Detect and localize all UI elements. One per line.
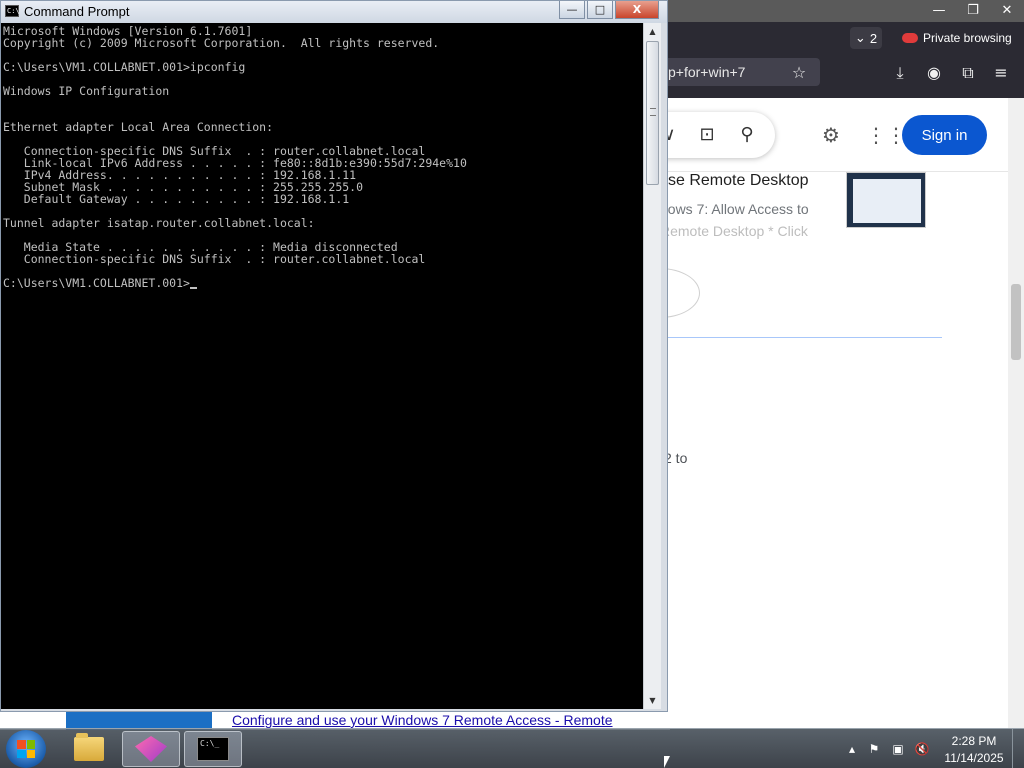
puzzle-icon[interactable]: ⧉ [957, 62, 979, 84]
chevron-down-icon: ⌄ [854, 30, 866, 45]
folder-icon [74, 733, 104, 761]
result-snippet-line: Remote Desktop * Click [660, 223, 808, 239]
text-cursor [189, 287, 197, 289]
grid-icon[interactable]: ⋮⋮ [866, 122, 906, 148]
scroll-thumb[interactable] [646, 41, 659, 185]
browser-close-button[interactable]: ✕ [990, 0, 1024, 20]
browser-restore-button[interactable]: ❐ [956, 0, 990, 20]
result-snippet-line: dows 7: Allow Access to [660, 201, 809, 217]
result-title[interactable]: Jse Remote Desktop [660, 172, 809, 190]
console-line: Ethernet adapter Local Area Connection: [3, 120, 274, 134]
console-output[interactable]: Microsoft Windows [Version 6.1.7601] Copy… [1, 23, 643, 709]
windows-logo-icon [17, 740, 35, 758]
browser-minimize-button[interactable]: — [922, 0, 956, 20]
console-line: Windows IP Configuration [3, 84, 170, 98]
console-line: Default Gateway . . . . . . . . . : 192.… [3, 192, 350, 206]
result-snippet: dows 7: Allow Access to Remote Desktop *… [660, 198, 830, 242]
private-browsing-indicator: Private browsing [896, 27, 1018, 49]
star-icon[interactable]: ☆ [788, 62, 810, 84]
cmd-titlebar[interactable]: C:\ Command Prompt — □ X [1, 1, 667, 23]
start-button[interactable] [6, 730, 46, 768]
taskbar-cmd-button[interactable]: C:\_ [184, 731, 242, 767]
result-link[interactable]: Configure and use your Windows 7 Remote … [232, 712, 613, 728]
download-icon[interactable]: ⤓ [889, 62, 911, 84]
clock[interactable]: 2:28 PM 11/14/2025 [938, 733, 1010, 767]
mouse-pointer-icon [664, 756, 676, 768]
cmd-icon: C:\_ [197, 737, 229, 761]
action-center-icon[interactable]: ⚑ [866, 741, 882, 757]
console-line: Copyright (c) 2009 Microsoft Corporation… [3, 36, 440, 50]
browser-scrollbar[interactable] [1008, 98, 1024, 728]
private-mask-icon [902, 33, 918, 43]
private-browsing-label: Private browsing [923, 31, 1012, 45]
console-line: C:\Users\VM1.COLLABNET.001>ipconfig [3, 60, 246, 74]
hamburger-icon[interactable]: ≡ [990, 62, 1012, 84]
console-line: Tunnel adapter isatap.router.collabnet.l… [3, 216, 315, 230]
url-text: p+for+win+7 [668, 64, 746, 80]
blue-divider [668, 337, 942, 338]
cmd-app-icon[interactable]: C:\ [5, 5, 20, 17]
tray-overflow-icon[interactable]: ▴ [844, 741, 860, 757]
gear-icon[interactable]: ⚙ [818, 122, 844, 148]
sign-in-button[interactable]: Sign in [902, 115, 987, 155]
clock-time: 2:28 PM [951, 734, 997, 748]
network-icon[interactable]: ▣ [890, 741, 906, 757]
scroll-up-arrow[interactable]: ▲ [644, 23, 661, 40]
account-icon[interactable]: ◉ [923, 62, 945, 84]
taskbar-explorer-button[interactable] [60, 731, 118, 767]
minimize-button[interactable]: — [559, 1, 585, 19]
search-icon[interactable]: ⚲ [736, 124, 758, 146]
scroll-down-arrow[interactable]: ▼ [644, 692, 661, 709]
tab-count-label: 2 [869, 30, 878, 46]
volume-muted-icon[interactable]: 🔇 [914, 741, 930, 757]
taskbar: C:\_ ▴ ⚑ ▣ 🔇 2:28 PM 11/14/2025 [0, 728, 1024, 768]
console-line: Connection-specific DNS Suffix . : route… [3, 252, 426, 266]
result-thumbnail[interactable] [846, 172, 926, 228]
lens-icon[interactable]: ⊡ [696, 124, 718, 146]
app-icon [135, 736, 167, 762]
show-desktop-button[interactable] [1012, 729, 1024, 768]
taskbar-app-button[interactable] [122, 731, 180, 767]
maximize-button[interactable]: □ [587, 1, 613, 19]
console-line: C:\Users\VM1.COLLABNET.001> [3, 277, 643, 289]
tab-list-button[interactable]: ⌄ 2 [850, 27, 882, 49]
close-button[interactable]: X [615, 1, 659, 19]
clock-date: 11/14/2025 [944, 751, 1004, 765]
window-title: Command Prompt [24, 4, 130, 19]
cmd-scrollbar[interactable]: ▲ ▼ [643, 23, 661, 709]
command-prompt-window[interactable]: C:\ Command Prompt — □ X Microsoft Windo… [0, 0, 668, 712]
